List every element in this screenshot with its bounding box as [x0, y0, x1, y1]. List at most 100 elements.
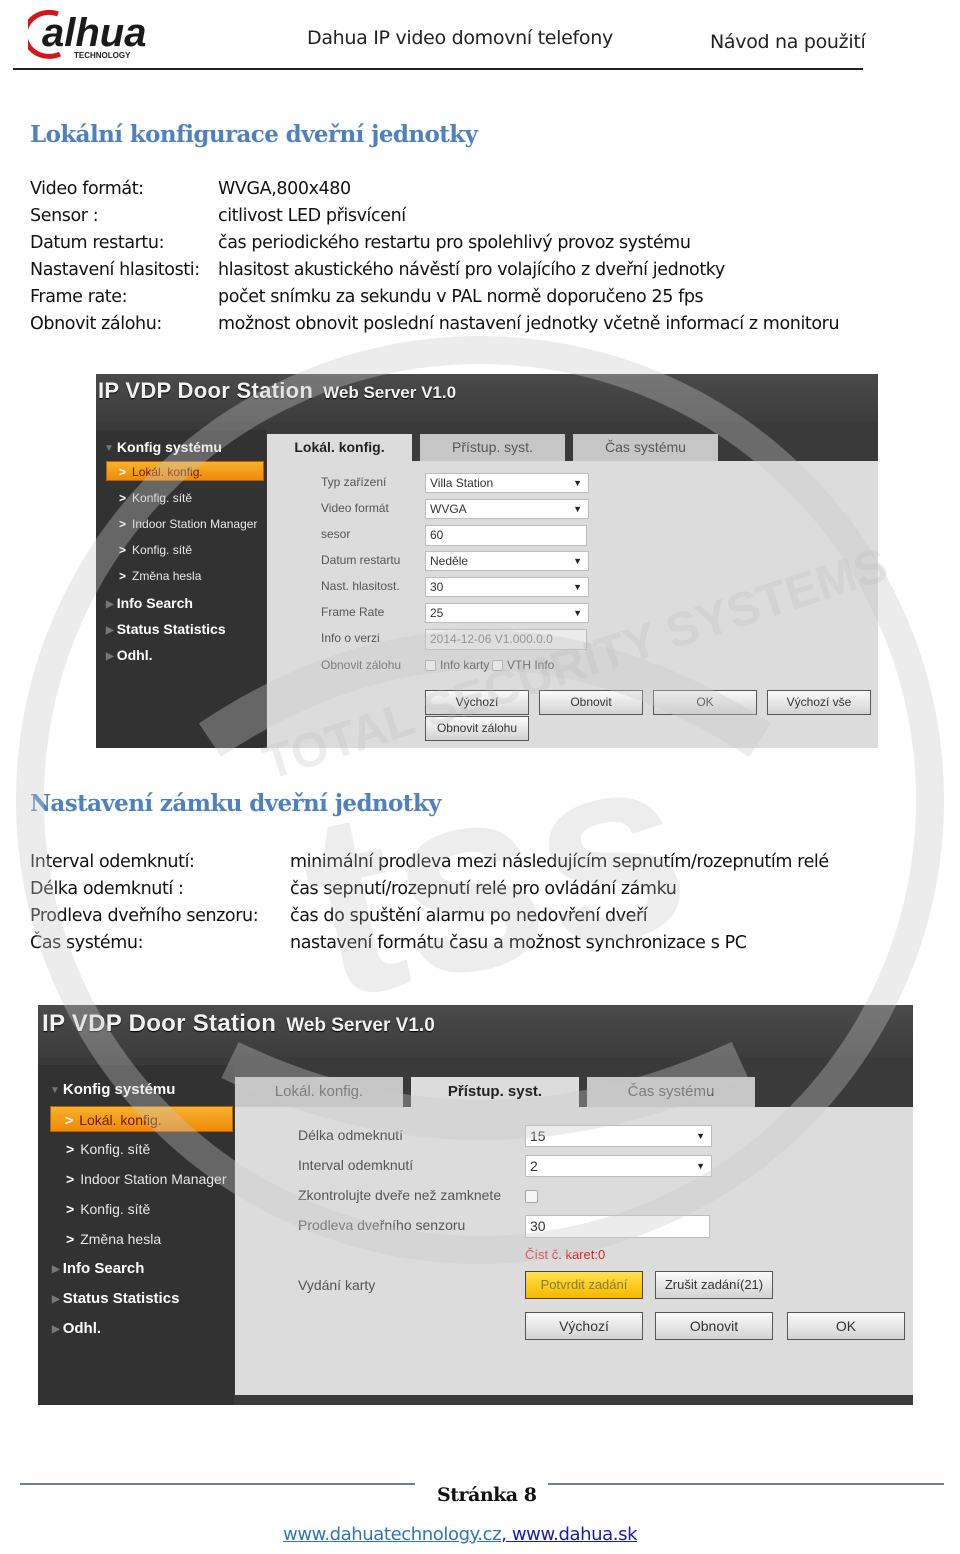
default-all-button[interactable]: Výchozí vše — [767, 690, 871, 715]
default-button[interactable]: Výchozí — [425, 690, 529, 715]
svg-text:alhua: alhua — [42, 11, 146, 55]
document-type: Návod na použití — [710, 31, 866, 53]
refresh-button[interactable]: Obnovit — [655, 1312, 773, 1340]
field-label-card-issue: Vydání karty — [298, 1277, 376, 1293]
default-button[interactable]: Výchozí — [525, 1312, 643, 1340]
section-title-local-config: Lokální konfigurace dveřní jednotky — [30, 121, 478, 148]
chevron-right-icon: > — [119, 543, 127, 557]
header-divider — [13, 68, 863, 70]
chevron-right-icon: > — [119, 491, 127, 505]
sidebar-item-network-2[interactable]: > Konfig. sítě — [66, 1201, 150, 1217]
sidebar-item-change-password[interactable]: > Změna hesla — [119, 569, 201, 583]
footer-divider-left — [20, 1483, 415, 1485]
field-label-check-door: Zkontrolujte dveře než zamknete — [298, 1187, 502, 1203]
check-door-checkbox[interactable] — [525, 1190, 538, 1203]
document-title: Dahua IP video domovní telefony — [307, 27, 613, 49]
chevron-right-icon: > — [65, 1112, 74, 1128]
field-label-video-format: Video formát — [321, 501, 389, 515]
content-panel: Lokál. konfig. Přístup. syst. Čas systém… — [235, 1077, 913, 1395]
web-ui-brand: IP VDP Door Station Web Server V1.0 — [42, 1010, 435, 1037]
version-readonly-field: 2014-12-06 V1.000.0.0 — [425, 629, 587, 650]
tab-system-access[interactable]: Přístup. syst. — [411, 1077, 579, 1107]
collapsed-triangle-icon: ▶ — [52, 1324, 60, 1335]
collapsed-triangle-icon: ▶ — [106, 651, 114, 662]
sensor-input[interactable]: 60 — [425, 525, 587, 546]
device-type-select[interactable]: Villa Station ▼ — [425, 473, 589, 493]
sidebar-group-konfig[interactable]: ▼ Konfig systému — [50, 1081, 175, 1098]
chevron-right-icon: > — [66, 1231, 75, 1247]
definition-list-local-config: Video formát: WVGA,800x480 Sensor : citliv… — [30, 179, 910, 339]
sidebar-group-status[interactable]: ▶ Status Statistics — [52, 1290, 179, 1307]
restore-vth-info-checkbox[interactable] — [492, 660, 503, 671]
door-sensor-delay-input[interactable]: 30 — [525, 1215, 710, 1238]
field-label-frame-rate: Frame Rate — [321, 605, 385, 619]
field-label-restore-backup: Obnovit zálohu — [321, 658, 402, 672]
ok-button[interactable]: OK — [787, 1312, 905, 1340]
definition-term: Nastavení hlasitosti: — [30, 260, 200, 280]
sidebar-item-indoor-station[interactable]: > Indoor Station Manager — [119, 517, 257, 531]
definition-term: Sensor : — [30, 206, 99, 226]
restore-backup-button[interactable]: Obnovit zálohu — [425, 716, 529, 741]
definition-term: Datum restartu: — [30, 233, 165, 253]
sidebar-group-info-search[interactable]: ▶ Info Search — [52, 1260, 144, 1277]
video-format-select[interactable]: WVGA ▼ — [425, 499, 589, 519]
collapsed-triangle-icon: ▶ — [106, 599, 114, 610]
web-ui-screenshot-local-config: IP VDP Door Station Web Server V1.0 ▼ Konf… — [96, 374, 878, 748]
frame-rate-select[interactable]: 25 ▼ — [425, 603, 589, 623]
footer-link-cz[interactable]: www.dahuatechnology.cz — [283, 1524, 502, 1545]
definition-desc: možnost obnovit poslední nastavení jedno… — [218, 314, 840, 334]
definition-term: Interval odemknutí: — [30, 852, 195, 872]
collapsed-triangle-icon: ▶ — [52, 1264, 60, 1275]
section-title-lock-settings: Nastavení zámku dveřní jednotky — [30, 790, 442, 817]
tab-system-access[interactable]: Přístup. syst. — [420, 434, 565, 461]
content-panel: Lokál. konfig. Přístup. syst. Čas systém… — [267, 434, 878, 748]
expand-triangle-icon: ▼ — [50, 1085, 60, 1096]
unlock-length-select[interactable]: 15 ▼ — [525, 1125, 712, 1147]
collapsed-triangle-icon: ▶ — [52, 1294, 60, 1305]
chevron-right-icon: > — [119, 569, 127, 583]
sidebar-group-info-search[interactable]: ▶ Info Search — [106, 595, 193, 611]
expand-triangle-icon: ▼ — [104, 443, 114, 454]
sidebar-item-network[interactable]: > Konfig. sítě — [119, 491, 192, 505]
definition-desc: počet snímku za sekundu v PAL normě dopo… — [218, 287, 704, 307]
confirm-card-issue-button[interactable]: Potvrdit zadání — [525, 1271, 643, 1299]
dropdown-arrow-icon: ▼ — [573, 504, 582, 514]
definition-desc: citlivost LED přisvícení — [218, 206, 406, 226]
footer-links: www.dahuatechnology.cz, www.dahua.sk — [283, 1524, 638, 1545]
tab-system-time[interactable]: Čas systému — [573, 434, 718, 461]
sidebar-item-local-config[interactable]: > Lokál. konfig. — [106, 461, 264, 481]
svg-text:TECHNOLOGY: TECHNOLOGY — [74, 51, 131, 60]
sidebar-item-network-2[interactable]: > Konfig. sítě — [119, 543, 192, 557]
web-ui-screenshot-system-access: IP VDP Door Station Web Server V1.0 ▼ Konf… — [38, 1005, 913, 1405]
sidebar-item-indoor-station[interactable]: > Indoor Station Manager — [66, 1171, 227, 1187]
tab-gap — [565, 434, 573, 461]
sidebar-item-local-config[interactable]: > Lokál. konfig. — [50, 1106, 233, 1132]
field-label-version: Info o verzi — [321, 631, 380, 645]
field-label-device-type: Typ zařízení — [321, 475, 387, 489]
sidebar-group-konfig[interactable]: ▼ Konfig systému — [104, 439, 222, 455]
sidebar-group-logout[interactable]: ▶ Odhl. — [106, 647, 152, 663]
definition-term: Obnovit zálohu: — [30, 314, 162, 334]
sidebar-item-network[interactable]: > Konfig. sítě — [66, 1141, 150, 1157]
ok-button[interactable]: OK — [653, 690, 757, 715]
dahua-logo: alhua TECHNOLOGY — [22, 6, 203, 61]
restore-card-info-checkbox[interactable] — [425, 660, 436, 671]
footer-link-sk[interactable]: www.dahua.sk — [507, 1524, 638, 1545]
unlock-interval-select[interactable]: 2 ▼ — [525, 1155, 712, 1177]
restart-date-select[interactable]: Neděle ▼ — [425, 551, 589, 571]
volume-select[interactable]: 30 ▼ — [425, 577, 589, 597]
definition-term: Čas systému: — [30, 933, 144, 953]
sidebar-group-logout[interactable]: ▶ Odhl. — [52, 1320, 101, 1337]
dropdown-arrow-icon: ▼ — [573, 478, 582, 488]
cancel-card-issue-button[interactable]: Zrušit zadání(21) — [655, 1271, 773, 1299]
tab-gap — [403, 1077, 411, 1107]
refresh-button[interactable]: Obnovit — [539, 690, 643, 715]
field-label-sensor: sesor — [321, 527, 351, 541]
tab-local-config[interactable]: Lokál. konfig. — [235, 1077, 403, 1107]
tab-local-config[interactable]: Lokál. konfig. — [267, 434, 412, 461]
sidebar-item-change-password[interactable]: > Změna hesla — [66, 1231, 161, 1247]
tab-system-time[interactable]: Čas systému — [587, 1077, 755, 1107]
field-label-restart-date: Datum restartu — [321, 553, 401, 567]
chevron-right-icon: > — [66, 1171, 75, 1187]
sidebar-group-status[interactable]: ▶ Status Statistics — [106, 621, 226, 637]
